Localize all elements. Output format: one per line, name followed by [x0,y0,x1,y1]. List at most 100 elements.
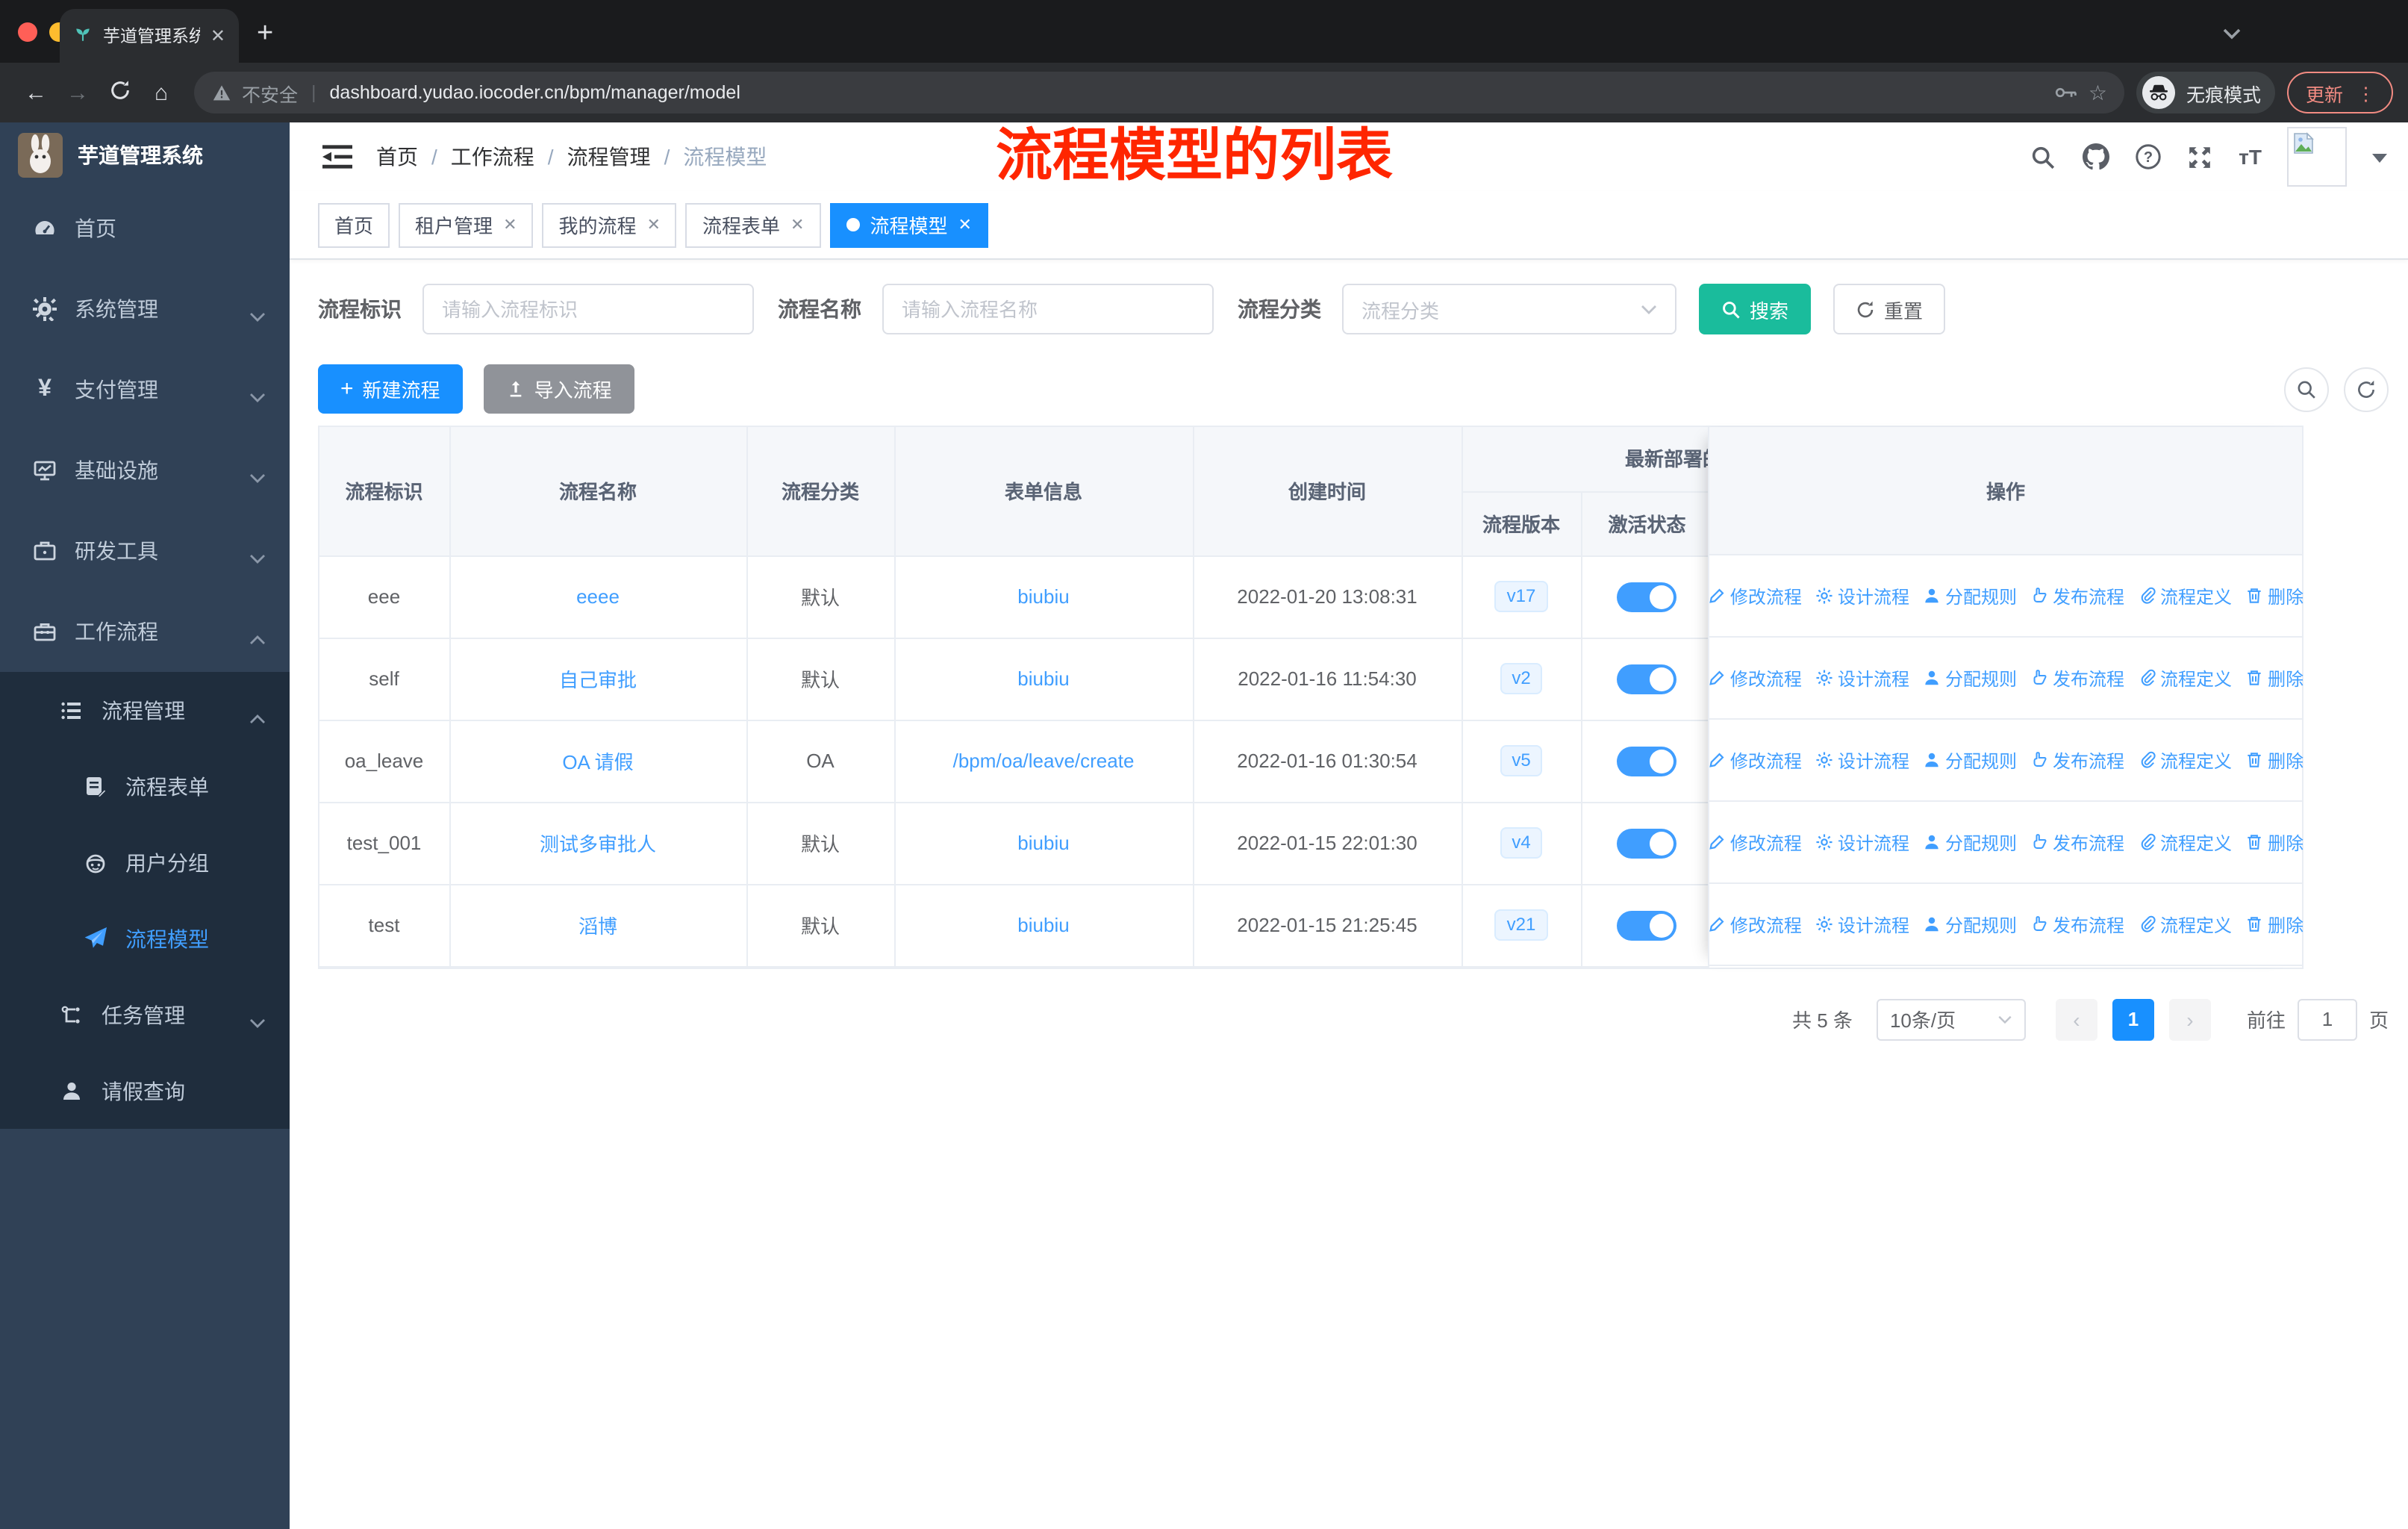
sidebar-item-process-management[interactable]: 流程管理 [0,672,290,748]
sidebar-item-infrastructure[interactable]: 基础设施 [0,430,290,511]
cell-active-status[interactable] [1581,638,1713,720]
action-process-definition[interactable]: 流程定义 [2138,665,2232,691]
process-category-select[interactable]: 流程分类 [1342,284,1676,334]
action-process-definition[interactable]: 流程定义 [2138,912,2232,937]
action-delete[interactable]: 删除 [2245,747,2303,773]
cell-form-info[interactable]: biubiu [894,884,1194,967]
sidebar-item-leave-query[interactable]: 请假查询 [0,1053,290,1129]
font-size-icon[interactable]: ᴛT [2239,145,2262,169]
action-delete[interactable]: 删除 [2245,583,2303,608]
import-process-button[interactable]: 导入流程 [483,364,634,414]
active-toggle[interactable] [1617,828,1676,858]
avatar-caret-icon[interactable] [2372,143,2387,170]
action-design-process[interactable]: 设计流程 [1815,829,1909,855]
action-edit-process[interactable]: 修改流程 [1708,583,1802,608]
new-tab-button[interactable]: + [257,15,273,54]
action-assign-rule[interactable]: 分配规则 [1923,665,2017,691]
action-publish-process[interactable]: 发布流程 [2030,829,2124,855]
action-delete[interactable]: 删除 [2245,829,2303,855]
sidebar-item-home[interactable]: 首页 [0,188,290,269]
action-assign-rule[interactable]: 分配规则 [1923,747,2017,773]
fullscreen-icon[interactable] [2186,143,2213,170]
action-design-process[interactable]: 设计流程 [1815,583,1909,608]
cell-active-status[interactable] [1581,802,1713,885]
cell-process-name[interactable]: OA 请假 [449,720,747,803]
reset-button[interactable]: 重置 [1833,284,1946,334]
cell-form-info[interactable]: biubiu [894,802,1194,885]
cell-active-status[interactable] [1581,555,1713,638]
menu-dots-icon[interactable]: ⋮ [2356,81,2375,104]
tag-process-model[interactable]: 流程模型 ✕ [829,202,988,247]
action-process-definition[interactable]: 流程定义 [2138,829,2232,855]
home-icon[interactable]: ⌂ [140,80,182,105]
action-publish-process[interactable]: 发布流程 [2030,665,2124,691]
sidebar-item-process-model[interactable]: 流程模型 [0,900,290,977]
action-process-definition[interactable]: 流程定义 [2138,747,2232,773]
page-size-select[interactable]: 10条/页 [1876,998,2026,1040]
close-icon[interactable]: ✕ [647,215,661,234]
key-icon[interactable] [2054,84,2078,102]
github-icon[interactable] [2082,143,2109,170]
action-edit-process[interactable]: 修改流程 [1708,747,1802,773]
sidebar-item-user-group[interactable]: 用户分组 [0,824,290,900]
cell-process-name[interactable]: 测试多审批人 [449,802,747,885]
tab-close-icon[interactable]: ✕ [210,25,225,46]
sidebar-item-process-form[interactable]: 流程表单 [0,748,290,824]
close-icon[interactable]: ✕ [958,215,971,234]
address-bar[interactable]: 不安全 | dashboard.yudao.iocoder.cn/bpm/man… [194,72,2125,113]
action-design-process[interactable]: 设计流程 [1815,912,1909,937]
action-assign-rule[interactable]: 分配规则 [1923,583,2017,608]
process-key-input[interactable] [422,284,754,334]
breadcrumb-process-management[interactable]: 流程管理 [567,142,651,172]
browser-update-button[interactable]: 更新 ⋮ [2287,72,2393,113]
action-publish-process[interactable]: 发布流程 [2030,583,2124,608]
cell-form-info[interactable]: biubiu [894,638,1194,720]
goto-page-input[interactable] [2297,998,2357,1040]
close-window-button[interactable] [18,22,37,42]
search-button[interactable]: 搜索 [1699,284,1812,334]
sidebar-item-dev-tools[interactable]: 研发工具 [0,511,290,591]
cell-active-status[interactable] [1581,720,1713,803]
cell-form-info[interactable]: /bpm/oa/leave/create [894,720,1194,803]
active-toggle[interactable] [1617,582,1676,611]
action-edit-process[interactable]: 修改流程 [1708,665,1802,691]
search-icon[interactable] [2030,143,2056,170]
tag-tenant[interactable]: 租户管理 ✕ [399,202,534,247]
action-design-process[interactable]: 设计流程 [1815,747,1909,773]
active-toggle[interactable] [1617,664,1676,694]
current-page-button[interactable]: 1 [2112,998,2154,1040]
close-icon[interactable]: ✕ [790,215,804,234]
avatar[interactable] [2287,127,2347,187]
action-process-definition[interactable]: 流程定义 [2138,583,2232,608]
action-publish-process[interactable]: 发布流程 [2030,912,2124,937]
tag-process-form[interactable]: 流程表单 ✕ [685,202,821,247]
sidebar-collapse-icon[interactable] [322,143,352,170]
active-toggle[interactable] [1617,746,1676,776]
reload-icon[interactable] [99,78,140,107]
help-icon[interactable]: ? [2134,143,2161,170]
process-name-input[interactable] [882,284,1214,334]
refresh-table-button[interactable] [2344,367,2389,411]
tag-my-process[interactable]: 我的流程 ✕ [542,202,677,247]
url-text[interactable]: dashboard.yudao.iocoder.cn/bpm/manager/m… [330,82,2044,103]
forward-icon[interactable]: → [57,80,99,105]
cell-active-status[interactable] [1581,884,1713,967]
action-edit-process[interactable]: 修改流程 [1708,829,1802,855]
action-edit-process[interactable]: 修改流程 [1708,912,1802,937]
bookmark-star-icon[interactable]: ☆ [2089,80,2107,105]
cell-form-info[interactable]: biubiu [894,555,1194,638]
sidebar-item-system[interactable]: 系统管理 [0,269,290,349]
create-process-button[interactable]: + 新建流程 [318,364,463,414]
action-design-process[interactable]: 设计流程 [1815,665,1909,691]
breadcrumb-workflow[interactable]: 工作流程 [451,142,534,172]
sidebar-item-workflow[interactable]: 工作流程 [0,591,290,672]
sidebar-item-task-management[interactable]: 任务管理 [0,977,290,1053]
security-warning-icon[interactable] [212,84,231,102]
browser-tab[interactable]: 芋道管理系统 ✕ [60,9,239,63]
cell-process-name[interactable]: 滔博 [449,884,747,967]
show-search-icon-button[interactable] [2284,367,2329,411]
cell-process-name[interactable]: 自己审批 [449,638,747,720]
tab-search-chevron-icon[interactable] [2223,21,2241,48]
next-page-button[interactable]: › [2168,998,2211,1040]
cell-process-name[interactable]: eeee [449,555,747,638]
